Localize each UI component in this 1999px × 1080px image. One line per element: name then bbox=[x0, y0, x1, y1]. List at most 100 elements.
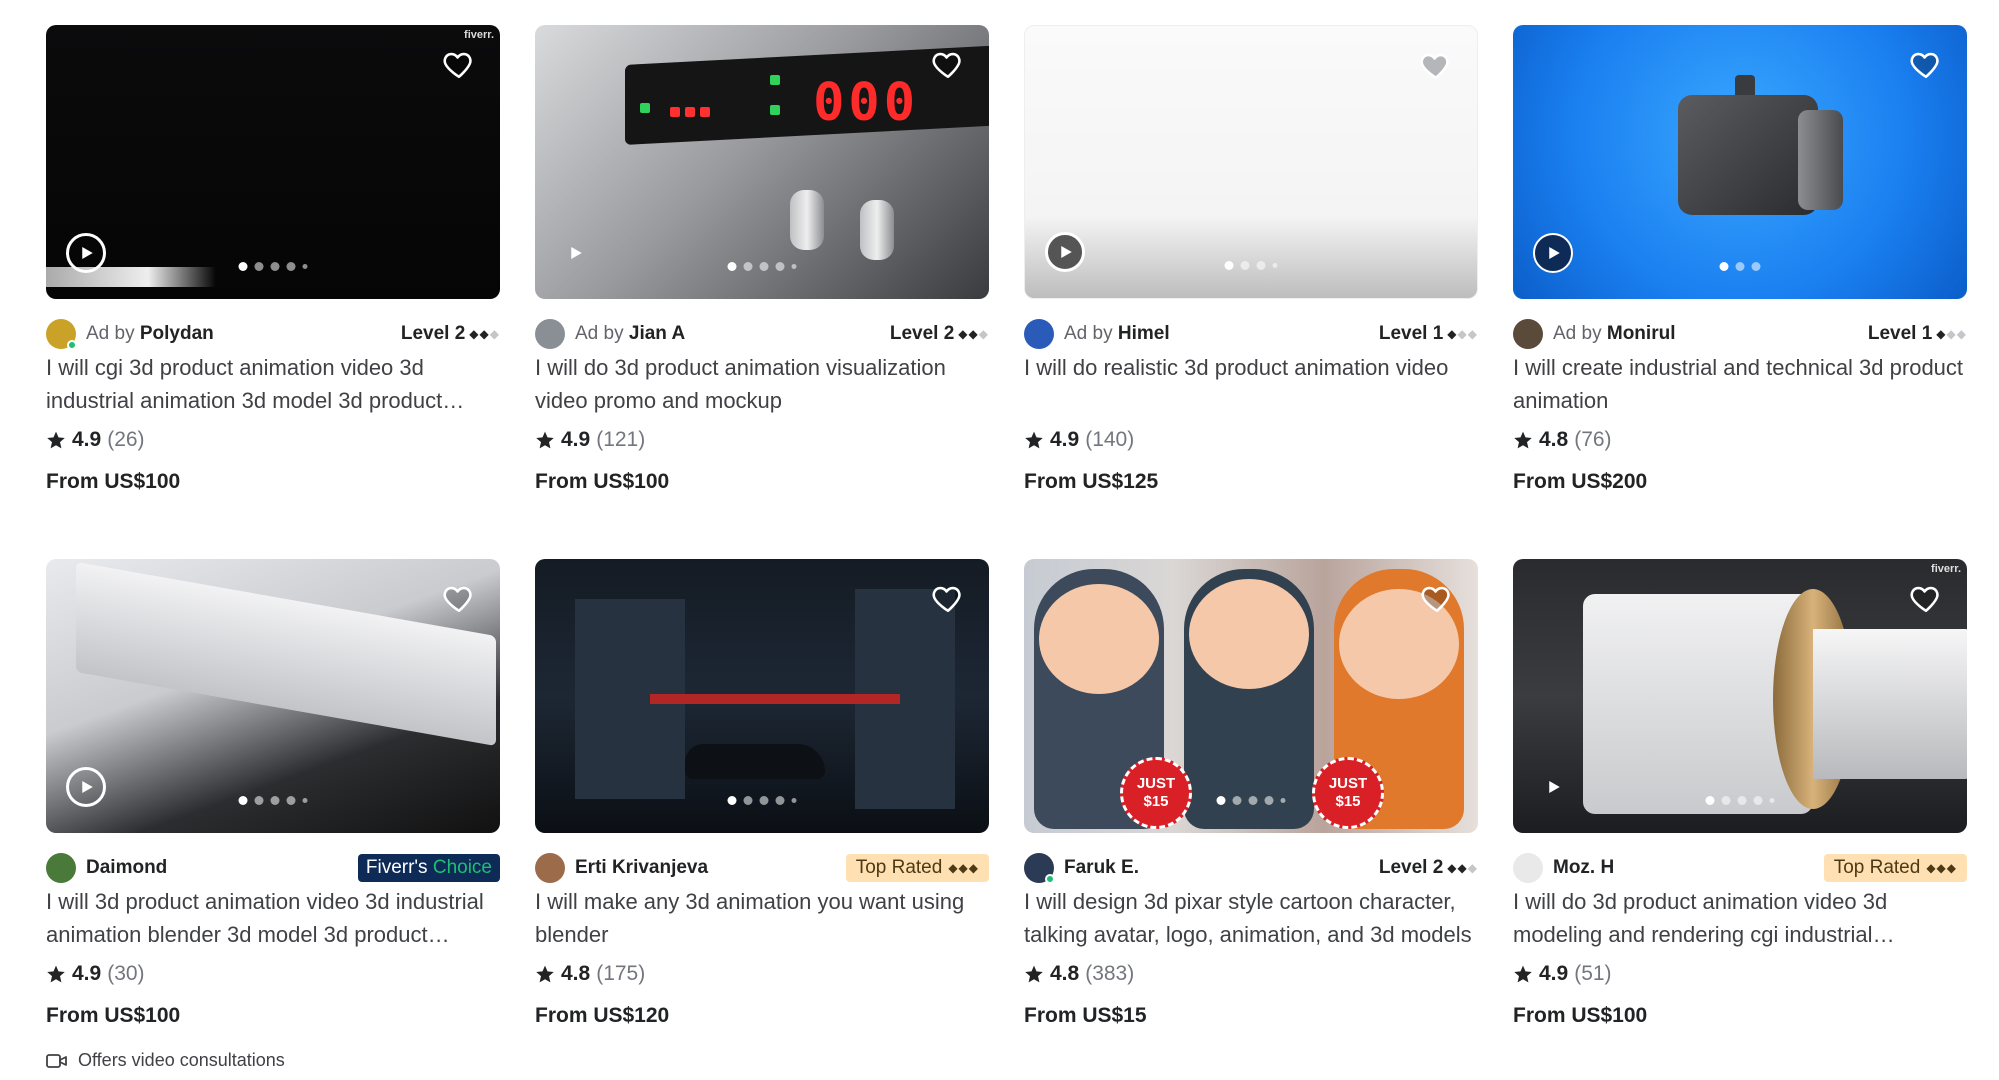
carousel-dot[interactable] bbox=[238, 796, 248, 805]
seller-name[interactable]: Jian A bbox=[629, 323, 685, 344]
play-video-button[interactable] bbox=[66, 233, 106, 273]
carousel-dot[interactable] bbox=[286, 796, 296, 805]
carousel-dot[interactable] bbox=[1769, 798, 1775, 803]
seller-avatar[interactable] bbox=[535, 319, 565, 349]
gig-thumbnail[interactable] bbox=[1024, 25, 1478, 299]
play-video-button[interactable] bbox=[1045, 232, 1085, 272]
carousel-dot[interactable] bbox=[743, 796, 753, 805]
favorite-heart-icon[interactable] bbox=[442, 47, 476, 81]
carousel-dot[interactable] bbox=[775, 796, 785, 805]
carousel-dot[interactable] bbox=[254, 796, 264, 805]
carousel-dot[interactable] bbox=[1719, 262, 1729, 271]
carousel-dot[interactable] bbox=[775, 262, 785, 271]
carousel-dot[interactable] bbox=[759, 262, 769, 271]
favorite-heart-icon[interactable] bbox=[931, 581, 965, 615]
carousel-dot[interactable] bbox=[791, 798, 797, 803]
gig-thumbnail[interactable]: fiverr. bbox=[46, 25, 500, 299]
carousel-dot[interactable] bbox=[254, 262, 264, 271]
gig-card[interactable]: 000 Ad by Jian A Level 2 ◆◆◆ I will do 3d pr… bbox=[535, 25, 989, 559]
seller-name[interactable]: Daimond bbox=[86, 857, 167, 878]
carousel-dot[interactable] bbox=[1272, 263, 1278, 268]
seller-name[interactable]: Moz. H bbox=[1553, 857, 1614, 878]
gig-card[interactable]: Ad by Monirul Level 1 ◆◆◆ I will create ind… bbox=[1513, 25, 1967, 559]
seller-name[interactable]: Erti Krivanjeva bbox=[575, 857, 708, 878]
gig-card[interactable]: Ad by Himel Level 1 ◆◆◆ I will do realistic… bbox=[1024, 25, 1478, 559]
seller-avatar[interactable] bbox=[1513, 319, 1543, 349]
gig-card[interactable]: Daimond Fiverr's Choice I will 3d product … bbox=[46, 559, 500, 1080]
seller-name[interactable]: Monirul bbox=[1607, 323, 1676, 344]
seller-name[interactable]: Polydan bbox=[140, 323, 214, 344]
favorite-heart-icon[interactable] bbox=[931, 47, 965, 81]
carousel-dot[interactable] bbox=[1751, 262, 1761, 271]
seller-avatar[interactable] bbox=[1024, 853, 1055, 884]
gig-title[interactable]: I will do 3d product animation video 3d … bbox=[1513, 885, 1967, 951]
star-icon bbox=[46, 964, 66, 984]
seller-name[interactable]: Himel bbox=[1118, 323, 1170, 344]
gig-thumbnail[interactable] bbox=[46, 559, 500, 833]
carousel-dot[interactable] bbox=[1735, 262, 1745, 271]
carousel-dot[interactable] bbox=[1256, 261, 1266, 270]
carousel-dot[interactable] bbox=[302, 798, 308, 803]
seller-avatar[interactable] bbox=[46, 319, 77, 350]
favorite-heart-icon[interactable] bbox=[1420, 581, 1454, 615]
gig-title[interactable]: I will 3d product animation video 3d ind… bbox=[46, 885, 500, 951]
gig-title[interactable]: I will do realistic 3d product animation… bbox=[1024, 351, 1478, 417]
gig-thumbnail[interactable]: 000 bbox=[535, 25, 989, 299]
gig-title[interactable]: I will design 3d pixar style cartoon cha… bbox=[1024, 885, 1478, 951]
carousel-dot[interactable] bbox=[1753, 796, 1763, 805]
watermark: fiverr. bbox=[464, 29, 494, 41]
carousel-dot[interactable] bbox=[1232, 796, 1242, 805]
gig-title[interactable]: I will make any 3d animation you want us… bbox=[535, 885, 989, 951]
play-video-button[interactable] bbox=[1533, 233, 1573, 273]
carousel-dot[interactable] bbox=[1280, 798, 1286, 803]
gig-card[interactable]: JUST $15 JUST $15 Faruk E. Level 2 ◆◆◆ I will d… bbox=[1024, 559, 1478, 1080]
carousel-dot[interactable] bbox=[238, 262, 248, 271]
gig-card[interactable]: fiverr. Ad by Polydan Level 2 ◆◆◆ I will cgi… bbox=[46, 25, 500, 559]
carousel-dot[interactable] bbox=[302, 264, 308, 269]
carousel-dot[interactable] bbox=[1721, 796, 1731, 805]
seller-avatar[interactable] bbox=[1513, 853, 1543, 883]
carousel-dot[interactable] bbox=[1216, 796, 1226, 805]
gig-thumbnail[interactable] bbox=[1513, 25, 1967, 299]
play-video-button[interactable] bbox=[66, 767, 106, 807]
gig-thumbnail[interactable]: fiverr. bbox=[1513, 559, 1967, 833]
seller-avatar[interactable] bbox=[535, 853, 565, 883]
seller-info: Erti Krivanjeva bbox=[535, 853, 708, 883]
play-video-button[interactable] bbox=[555, 233, 595, 273]
gig-title[interactable]: I will do 3d product animation visualiza… bbox=[535, 351, 989, 417]
carousel-dots bbox=[238, 262, 308, 271]
carousel-dot[interactable] bbox=[1737, 796, 1747, 805]
carousel-dot[interactable] bbox=[1240, 261, 1250, 270]
gig-thumbnail[interactable] bbox=[535, 559, 989, 833]
carousel-dot[interactable] bbox=[1264, 796, 1274, 805]
seller-avatar[interactable] bbox=[46, 853, 76, 883]
carousel-dot[interactable] bbox=[759, 796, 769, 805]
carousel-dot[interactable] bbox=[270, 262, 280, 271]
seller-name[interactable]: Faruk E. bbox=[1064, 857, 1139, 878]
seller-avatar[interactable] bbox=[1024, 319, 1054, 349]
carousel-dot[interactable] bbox=[1224, 261, 1234, 270]
favorite-heart-icon[interactable] bbox=[1909, 47, 1943, 81]
carousel-dot[interactable] bbox=[286, 262, 296, 271]
favorite-heart-icon[interactable] bbox=[1909, 581, 1943, 615]
favorite-heart-icon[interactable] bbox=[442, 581, 476, 615]
carousel-dot[interactable] bbox=[791, 264, 797, 269]
play-video-button[interactable] bbox=[1533, 767, 1573, 807]
carousel-dot[interactable] bbox=[727, 262, 737, 271]
gig-title[interactable]: I will create industrial and technical 3… bbox=[1513, 351, 1967, 417]
carousel-dot[interactable] bbox=[727, 796, 737, 805]
favorite-heart-icon[interactable] bbox=[1419, 48, 1453, 82]
gig-card[interactable]: fiverr. Moz. H Top Rated ◆◆◆ I will do 3d pr… bbox=[1513, 559, 1967, 1080]
rating-count: (51) bbox=[1574, 962, 1612, 985]
carousel-dot[interactable] bbox=[270, 796, 280, 805]
carousel-dot[interactable] bbox=[743, 262, 753, 271]
gig-thumbnail[interactable]: JUST $15 JUST $15 bbox=[1024, 559, 1478, 833]
gig-price: From US$100 bbox=[1513, 1004, 1648, 1027]
gig-card[interactable]: Erti Krivanjeva Top Rated ◆◆◆ I will make a… bbox=[535, 559, 989, 1080]
gig-title[interactable]: I will cgi 3d product animation video 3d… bbox=[46, 351, 500, 417]
carousel-dots bbox=[727, 262, 797, 271]
seller-row: Moz. H Top Rated ◆◆◆ bbox=[1513, 853, 1967, 883]
carousel-dot[interactable] bbox=[1248, 796, 1258, 805]
carousel-dot[interactable] bbox=[1705, 796, 1715, 805]
video-consultation-note: Offers video consultations bbox=[46, 1050, 500, 1071]
